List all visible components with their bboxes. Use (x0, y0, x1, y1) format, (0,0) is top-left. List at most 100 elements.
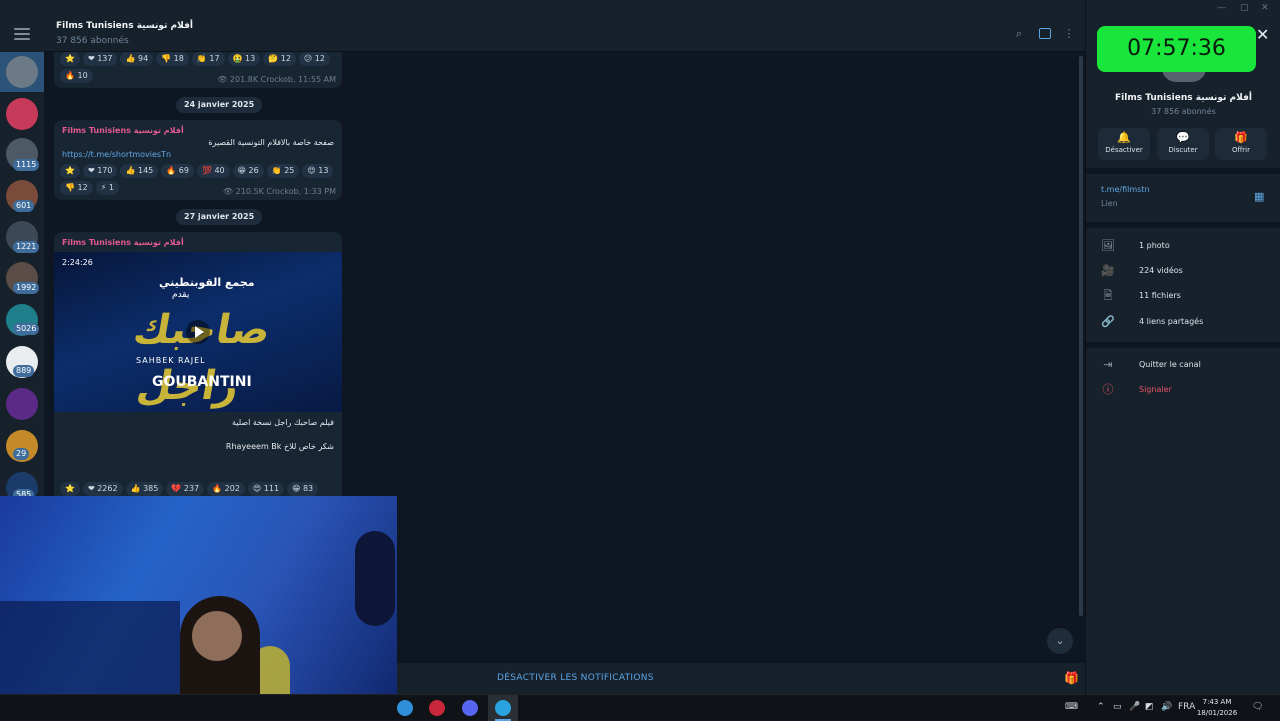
date-separator: 27 janvier 2025 (176, 209, 263, 225)
clock-date: 18/01/2026 (1196, 709, 1238, 717)
reaction-chip[interactable]: 👏 25 (266, 164, 300, 178)
panel-subscribers: 37 856 abonnés (1151, 107, 1216, 116)
language-indicator[interactable]: FRA (1178, 702, 1195, 712)
gift-icon[interactable]: 🎁 (1064, 671, 1079, 685)
mute-button-label: Désactiver (1105, 146, 1143, 154)
reaction-chip[interactable]: 😁 83 (287, 482, 319, 496)
more-options-icon[interactable]: ⋮ (1062, 27, 1076, 41)
reaction-chip[interactable]: 👍 145 (120, 164, 159, 178)
reactions-row: ⭐ ❤ 170 👍 145 🔥 69 💯 40 😁 26 👏 25 😍 13 (60, 164, 334, 178)
reaction-chip[interactable]: ⭐ (60, 482, 80, 496)
reaction-chip[interactable]: 💯 40 (196, 164, 230, 178)
mute-button[interactable]: 🔔 Désactiver (1098, 128, 1150, 160)
reaction-chip[interactable]: 👎 12 (60, 181, 93, 195)
video-icon: 🎥 (1101, 264, 1115, 277)
message-link[interactable]: https://t.me/shortmoviesTn (62, 150, 171, 159)
channel-link[interactable]: t.me/filmstn (1101, 185, 1150, 194)
message-text: صفحة خاصة بالافلام التونسية القصيرة (208, 138, 334, 147)
message-bubble[interactable]: Films Tunisiens أفلام تونسية 2:24:26 مجم… (54, 232, 342, 502)
webcam-overlay (0, 496, 397, 720)
message-text: فيلم صاحبك راجل نسخة اصلية (232, 418, 334, 427)
network-icon[interactable]: ▭ (1113, 702, 1122, 712)
reaction-chip[interactable]: 🔥 202 (207, 482, 245, 496)
divider (1086, 168, 1280, 174)
report-label: Signaler (1139, 385, 1172, 394)
unread-badge: 889 (13, 365, 35, 377)
close-panel-icon[interactable]: ✕ (1256, 25, 1269, 44)
message-sender[interactable]: Films Tunisiens أفلام تونسية (62, 126, 184, 135)
minimize-icon[interactable]: — (1217, 3, 1226, 13)
unread-badge: 5026 (13, 323, 40, 335)
gift-button-label: Offrir (1231, 146, 1251, 154)
window-close-icon[interactable]: ✕ (1261, 3, 1269, 13)
reaction-chip[interactable]: 😁 26 (232, 164, 264, 178)
message-bubble[interactable]: Films Tunisiens أفلام تونسية صفحة خاصة ب… (54, 120, 342, 200)
reaction-chip[interactable]: ⭐ (60, 164, 80, 178)
scroll-down-icon[interactable]: ⌄ (1047, 628, 1073, 654)
notifications-icon[interactable]: 🗨 (1252, 702, 1263, 712)
channel-link-label: Lien (1101, 199, 1118, 208)
file-icon: 🗎 (1103, 289, 1113, 302)
reaction-chip[interactable]: 💔 237 (166, 482, 205, 496)
gift-button[interactable]: 🎁 Offrir (1215, 128, 1267, 160)
chat-avatar-2[interactable] (6, 98, 38, 130)
reactions-row: 🔥 10 (60, 69, 93, 83)
reaction-chip[interactable]: 😍 111 (247, 482, 285, 496)
reaction-chip[interactable]: 👏 17 (191, 52, 225, 66)
wifi-icon[interactable]: ◩ (1145, 702, 1154, 712)
reactions-row: 👎 12 ⚡ 1 (60, 181, 119, 195)
chat-icon: 💬 (1176, 131, 1190, 144)
video-poster-tag: SAHBEK RAJEL (136, 356, 206, 365)
reaction-chip[interactable]: 🤔 12 (263, 52, 296, 66)
media-row-label: 1 photo (1139, 241, 1170, 250)
chat-avatar-tztvn[interactable] (6, 388, 38, 420)
system-clock[interactable]: 7:43 AM 18/01/2026 (1196, 697, 1238, 719)
microphone-icon[interactable]: 🎤 (1129, 702, 1140, 712)
report-icon: ⓘ (1102, 383, 1114, 396)
reaction-chip[interactable]: 🤮 13 (227, 52, 261, 66)
chat-title[interactable]: Films Tunisiens أفلام تونسية (56, 21, 193, 31)
chevron-up-icon[interactable]: ⌃ (1097, 702, 1105, 712)
message-bubble[interactable]: ⭐ ❤ 137 👍 94 👎 18 👏 17 🤮 13 🤔 12 😕 12 🔥 … (54, 52, 342, 88)
video-title-line: يقدم (172, 290, 190, 300)
maximize-icon[interactable]: ▢ (1240, 3, 1249, 13)
media-row-label: 11 fichiers (1139, 291, 1181, 300)
sidebar-toggle-icon[interactable] (1039, 28, 1051, 39)
reaction-chip[interactable]: 👍 385 (125, 482, 164, 496)
app-icon[interactable] (429, 700, 445, 716)
mute-notifications-button[interactable]: DÉSACTIVER LES NOTIFICATIONS (497, 673, 654, 683)
keyboard-icon[interactable]: ⌨ (1065, 702, 1078, 712)
telegram-icon[interactable] (495, 700, 511, 716)
video-thumbnail[interactable]: 2:24:26 مجمع القوبنطيني يقدم صاحبك راجل … (54, 252, 342, 412)
reaction-chip[interactable]: ❤ 137 (82, 52, 118, 66)
volume-icon[interactable]: 🔊 (1161, 702, 1172, 712)
discord-icon[interactable] (462, 700, 478, 716)
panel-channel-title: Films Tunisiens أفلام تونسية (1115, 93, 1252, 103)
menu-icon[interactable] (14, 28, 30, 40)
reaction-chip[interactable]: 🔥 69 (161, 164, 194, 178)
timer-overlay: 07:57:36 (1097, 26, 1256, 72)
unread-badge: 1221 (13, 241, 40, 253)
leave-channel-label: Quitter le canal (1139, 360, 1201, 369)
reaction-chip[interactable]: ⭐ (60, 52, 80, 66)
play-icon[interactable] (186, 320, 210, 344)
chat-scrollbar[interactable] (1079, 56, 1083, 616)
reactions-row: ⭐ ❤ 137 👍 94 👎 18 👏 17 🤮 13 🤔 12 😕 12 (60, 52, 330, 66)
message-sender[interactable]: Films Tunisiens أفلام تونسية (62, 238, 184, 247)
reaction-chip[interactable]: ⚡ 1 (95, 181, 119, 195)
search-icon[interactable]: ⌕ (1012, 27, 1026, 41)
clock-time: 7:43 AM (1202, 698, 1232, 706)
edge-icon[interactable] (397, 700, 413, 716)
message-meta: 👁 201.8K Crockob, 11:55 AM (217, 75, 336, 84)
chat-avatar-films-tunisiens[interactable] (6, 56, 38, 88)
reaction-chip[interactable]: 😍 13 (302, 164, 334, 178)
reaction-chip[interactable]: 😕 12 (298, 52, 330, 66)
reaction-chip[interactable]: 👍 94 (120, 52, 154, 66)
discuss-button[interactable]: 💬 Discuter (1157, 128, 1209, 160)
reaction-chip[interactable]: ❤ 170 (82, 164, 118, 178)
reaction-chip[interactable]: 👎 18 (156, 52, 189, 66)
qr-code-icon[interactable]: ▦ (1254, 190, 1264, 203)
leave-icon: ⇥ (1103, 358, 1113, 371)
reaction-chip[interactable]: ❤ 2262 (82, 482, 123, 496)
reaction-chip[interactable]: 🔥 10 (60, 69, 93, 83)
